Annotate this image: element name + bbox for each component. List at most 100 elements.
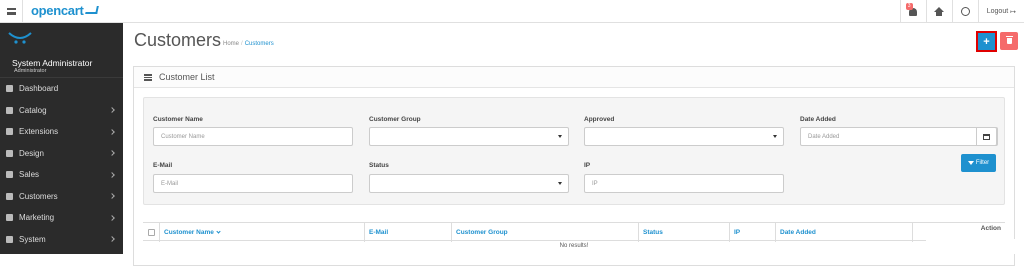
column-customer-name[interactable]: Customer Name bbox=[159, 223, 364, 242]
date-added-placeholder: Date Added bbox=[808, 133, 840, 140]
tag-icon bbox=[6, 106, 13, 114]
plus-icon: + bbox=[983, 35, 990, 48]
ip-label: IP bbox=[584, 162, 591, 169]
opencart-logo[interactable]: opencart bbox=[31, 3, 99, 18]
column-label: Customer Group bbox=[456, 229, 508, 236]
logout-label: Logout bbox=[986, 8, 1009, 15]
chevron-right-icon bbox=[109, 128, 115, 135]
breadcrumb-home[interactable]: Home bbox=[223, 41, 239, 47]
filter-form: Customer Name Customer Name Customer Gro… bbox=[143, 97, 1005, 205]
customer-list-panel: Customer List Customer Name Customer Nam… bbox=[133, 66, 1015, 266]
caret-down-icon bbox=[558, 135, 562, 138]
share-icon bbox=[6, 214, 13, 222]
logout-button[interactable]: Logout ↦ bbox=[977, 0, 1024, 23]
column-label: Action bbox=[980, 225, 1001, 232]
chevron-right-icon bbox=[109, 214, 115, 221]
dashboard-icon bbox=[6, 85, 13, 93]
sidebar: System Administrator Administrator Dashb… bbox=[0, 23, 123, 254]
sidebar-item-label: System bbox=[19, 234, 46, 244]
no-results-text: No results! bbox=[559, 243, 589, 249]
select-all-cell bbox=[143, 223, 159, 242]
home-button[interactable] bbox=[925, 0, 952, 23]
logo-text: opencart bbox=[31, 3, 84, 18]
approved-select[interactable] bbox=[584, 127, 784, 146]
chevron-right-icon bbox=[109, 193, 115, 200]
breadcrumb-customers[interactable]: Customers bbox=[245, 41, 274, 47]
column-date-added[interactable]: Date Added bbox=[775, 223, 912, 242]
column-email[interactable]: E-Mail bbox=[364, 223, 451, 242]
column-label: E-Mail bbox=[369, 229, 389, 236]
sidebar-item-label: Customers bbox=[19, 191, 58, 201]
customer-group-select[interactable] bbox=[369, 127, 569, 146]
sidebar-item-label: Marketing bbox=[19, 213, 55, 223]
globe-icon bbox=[960, 7, 970, 16]
sidebar-item-system[interactable]: System bbox=[0, 229, 123, 251]
user-name: System Administrator bbox=[12, 58, 93, 68]
sidebar-item-label: Design bbox=[19, 148, 44, 158]
sidebar-item-extensions[interactable]: Extensions bbox=[0, 121, 123, 143]
puzzle-icon bbox=[6, 128, 13, 136]
add-new-button[interactable]: + bbox=[976, 31, 997, 52]
column-customer-group[interactable]: Customer Group bbox=[451, 223, 638, 242]
customer-name-label: Customer Name bbox=[153, 116, 203, 123]
ip-input[interactable]: IP bbox=[584, 174, 784, 193]
language-button[interactable] bbox=[951, 0, 978, 23]
notifications-button[interactable]: 3 bbox=[899, 0, 926, 23]
sign-out-icon: ↦ bbox=[1010, 8, 1016, 16]
user-profile[interactable]: System Administrator Administrator bbox=[0, 23, 123, 78]
breadcrumb-separator: / bbox=[241, 41, 243, 47]
sidebar-item-design[interactable]: Design bbox=[0, 143, 123, 165]
email-placeholder: E-Mail bbox=[161, 180, 179, 187]
top-header: opencart 3 Logout ↦ bbox=[0, 0, 1024, 23]
delete-button[interactable] bbox=[1000, 32, 1018, 50]
sidebar-item-label: Sales bbox=[19, 170, 40, 180]
calendar-button[interactable] bbox=[976, 127, 997, 146]
column-ip[interactable]: IP bbox=[729, 223, 775, 242]
page-title: Customers bbox=[134, 30, 222, 50]
ip-placeholder: IP bbox=[592, 180, 598, 187]
filter-icon bbox=[967, 161, 974, 165]
breadcrumb: Home / Customers bbox=[223, 41, 274, 47]
column-label: Date Added bbox=[780, 229, 816, 236]
cart-icon bbox=[84, 6, 99, 14]
hamburger-icon bbox=[6, 8, 16, 15]
chevron-right-icon bbox=[109, 236, 115, 243]
sidebar-item-dashboard[interactable]: Dashboard bbox=[0, 78, 123, 100]
sidebar-item-marketing[interactable]: Marketing bbox=[0, 207, 123, 229]
panel-heading: Customer List bbox=[134, 67, 1014, 88]
sidebar-item-sales[interactable]: Sales bbox=[0, 164, 123, 186]
column-label: IP bbox=[734, 229, 741, 236]
sidebar-item-label: Catalog bbox=[19, 105, 47, 115]
customer-name-input[interactable]: Customer Name bbox=[153, 127, 353, 146]
customer-group-label: Customer Group bbox=[369, 116, 421, 123]
opencart-cart-icon bbox=[8, 32, 32, 44]
cart-icon bbox=[6, 171, 13, 179]
customer-table: Customer Name E-Mail Customer Group Stat… bbox=[143, 222, 1005, 267]
user-role: Administrator bbox=[14, 68, 47, 74]
chevron-right-icon bbox=[109, 150, 115, 157]
caret-down-icon bbox=[773, 135, 777, 138]
filter-button[interactable]: Filter bbox=[961, 154, 996, 172]
panel-title: Customer List bbox=[159, 72, 215, 82]
trash-icon bbox=[1005, 36, 1013, 44]
calendar-icon bbox=[983, 133, 990, 140]
approved-label: Approved bbox=[584, 116, 615, 123]
column-status[interactable]: Status bbox=[638, 223, 729, 242]
email-label: E-Mail bbox=[153, 162, 173, 169]
caret-down-icon bbox=[558, 182, 562, 185]
email-input[interactable]: E-Mail bbox=[153, 174, 353, 193]
list-icon bbox=[144, 73, 152, 81]
date-added-input[interactable]: Date Added bbox=[800, 127, 998, 146]
sidebar-item-customers[interactable]: Customers bbox=[0, 186, 123, 208]
sidebar-item-catalog[interactable]: Catalog bbox=[0, 100, 123, 122]
user-icon bbox=[6, 192, 13, 200]
menu-toggle-button[interactable] bbox=[0, 0, 23, 23]
sort-desc-icon bbox=[216, 229, 221, 234]
select-all-checkbox[interactable] bbox=[147, 229, 155, 236]
monitor-icon bbox=[6, 149, 13, 157]
filter-button-label: Filter bbox=[975, 160, 990, 166]
chevron-right-icon bbox=[109, 171, 115, 178]
cog-icon bbox=[6, 235, 13, 243]
status-select[interactable] bbox=[369, 174, 569, 193]
main-content: Customers Home / Customers + Customer List… bbox=[123, 23, 1024, 266]
